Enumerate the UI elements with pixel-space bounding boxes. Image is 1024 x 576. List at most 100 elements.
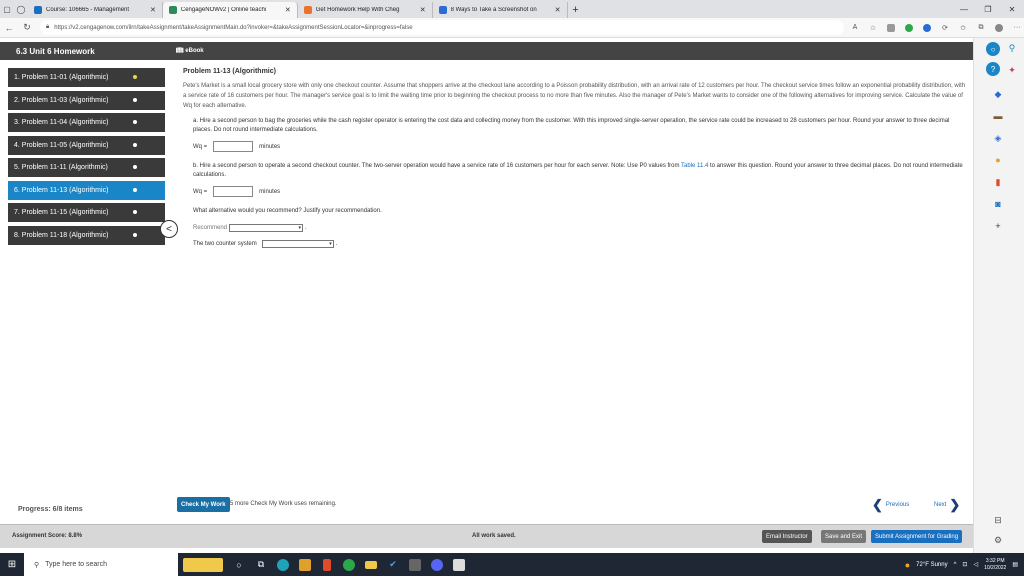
- profile-icon[interactable]: ◯: [14, 0, 28, 18]
- ebook-bar: 📖︎ eBook: [168, 42, 973, 60]
- toolbox-icon[interactable]: ▬: [992, 110, 1004, 122]
- more-menu-icon[interactable]: ···: [1010, 21, 1024, 35]
- extension-icon[interactable]: [884, 21, 898, 35]
- collections-icon[interactable]: ⧉: [974, 21, 988, 35]
- windows-start-icon[interactable]: ⊞: [0, 553, 24, 576]
- justify-select[interactable]: ▾: [261, 240, 334, 248]
- favorite-icon[interactable]: ☆: [866, 21, 880, 35]
- restore-icon[interactable]: ❐: [976, 5, 1000, 14]
- browser-tab[interactable]: Get Homework Help With Cheg ✕: [298, 2, 433, 18]
- sidebar-item-problem-1[interactable]: 1. Problem 11-01 (Algorithmic): [8, 68, 165, 87]
- extension-blue-icon[interactable]: [920, 21, 934, 35]
- tag-icon[interactable]: ◆: [992, 88, 1004, 100]
- close-tab-icon[interactable]: ✕: [285, 6, 291, 14]
- xbox-icon[interactable]: [338, 553, 360, 576]
- browser-tab[interactable]: Course: 106665 - Management ✕: [28, 2, 163, 18]
- search-icon[interactable]: ⚲: [1006, 42, 1018, 54]
- part-b-input[interactable]: [213, 186, 254, 197]
- sidebar-item-problem-3[interactable]: 3. Problem 11-04 (Algorithmic): [8, 113, 165, 132]
- tab-title: CengageNOWv2 | Online teachi: [180, 7, 267, 13]
- tab-title: 8 Ways to Take a Screenshot on: [450, 7, 537, 13]
- games-icon[interactable]: ◈: [992, 132, 1004, 144]
- edge-browser-icon[interactable]: [272, 553, 294, 576]
- weather-text[interactable]: 72°F Sunny: [916, 562, 947, 568]
- task-view-icon[interactable]: ⧉: [250, 553, 272, 576]
- browser-tab[interactable]: 8 Ways to Take a Screenshot on ✕: [433, 2, 568, 18]
- next-label: Next: [934, 502, 947, 508]
- chevron-down-icon: ▾: [329, 241, 332, 247]
- search-icon: ⚲: [34, 561, 40, 569]
- part-a-input[interactable]: [213, 141, 254, 152]
- add-sidebar-icon[interactable]: +: [992, 220, 1004, 232]
- email-instructor-button[interactable]: Email Instructor: [762, 530, 812, 543]
- sidebar-item-label: 2. Problem 11-03 (Algorithmic): [14, 96, 109, 104]
- problem-sidebar: 1. Problem 11-01 (Algorithmic) 2. Proble…: [8, 68, 165, 248]
- help-icon[interactable]: ?: [986, 62, 1000, 76]
- search-sidebar-icon[interactable]: ○: [986, 42, 1000, 56]
- submit-assignment-button[interactable]: Submit Assignment for Grading: [871, 530, 963, 543]
- previous-button[interactable]: ❮ Previous: [872, 497, 909, 513]
- refresh-icon[interactable]: ↻: [18, 22, 36, 33]
- sidebar-item-problem-2[interactable]: 2. Problem 11-03 (Algorithmic): [8, 90, 165, 110]
- store-icon[interactable]: [294, 553, 316, 576]
- read-aloud-icon[interactable]: A: [848, 21, 862, 35]
- calculator-app-icon[interactable]: [448, 553, 470, 576]
- clock[interactable]: 3:32 PM 10/2/2022: [984, 558, 1006, 572]
- close-tab-icon[interactable]: ✕: [150, 6, 156, 14]
- hide-sidebar-icon[interactable]: ⊟: [992, 514, 1004, 526]
- ebook-link[interactable]: 📖︎ eBook: [176, 47, 204, 54]
- collapse-sidebar-button[interactable]: <: [160, 220, 178, 238]
- back-icon[interactable]: ←: [0, 23, 18, 33]
- next-button[interactable]: Next ❯: [934, 497, 960, 513]
- avatar[interactable]: [992, 21, 1006, 35]
- close-tab-icon[interactable]: ✕: [420, 6, 426, 14]
- progress-text: Progress: 6/8 items: [18, 506, 83, 513]
- window-menu-icon[interactable]: ▢: [0, 0, 14, 18]
- notification-icon[interactable]: ▤: [1012, 561, 1018, 568]
- sidebar-item-problem-6[interactable]: 6. Problem 11-13 (Algorithmic): [8, 180, 165, 200]
- mail-icon[interactable]: ✔: [382, 553, 404, 576]
- chevron-up-icon[interactable]: ^: [954, 562, 957, 568]
- lock-icon: 🔒︎: [46, 24, 50, 30]
- assignment-app: 6.3 Unit 6 Homework 📖︎ eBook 1. Problem …: [0, 38, 973, 553]
- new-tab-icon[interactable]: +: [568, 2, 584, 18]
- sidebar-item-problem-7[interactable]: 7. Problem 11-15 (Algorithmic): [8, 203, 165, 222]
- recommend-select[interactable]: ▾: [229, 224, 304, 232]
- status-dot: [133, 210, 137, 214]
- discord-icon[interactable]: [426, 553, 448, 576]
- minimize-icon[interactable]: —: [952, 5, 976, 14]
- network-icon[interactable]: ⊡: [962, 561, 967, 568]
- sidebar-item-problem-4[interactable]: 4. Problem 11-05 (Algorithmic): [8, 135, 165, 155]
- cortana-icon[interactable]: ○: [228, 553, 250, 576]
- url-input[interactable]: 🔒︎ https://v2.cengagenow.com/ilrn/takeAs…: [40, 20, 844, 35]
- url-text: https://v2.cengagenow.com/ilrn/takeAssig…: [54, 24, 413, 31]
- calculator-icon[interactable]: [404, 553, 426, 576]
- part-b-answer-row: Wq = minutes: [183, 186, 968, 197]
- refresh-ext-icon[interactable]: ⟳: [938, 21, 952, 35]
- office-app-icon[interactable]: [316, 553, 338, 576]
- chevron-right-icon: ❯: [949, 497, 961, 512]
- sidebar-item-problem-5[interactable]: 5. Problem 11-11 (Algorithmic): [8, 158, 165, 177]
- close-tab-icon[interactable]: ✕: [555, 6, 561, 14]
- file-explorer-icon[interactable]: [360, 553, 382, 576]
- taskbar-search-input[interactable]: ⚲ Type here to search: [24, 553, 178, 576]
- browser-tab-active[interactable]: CengageNOWv2 | Online teachi ✕: [162, 2, 298, 18]
- outlook-icon[interactable]: ●: [992, 154, 1004, 166]
- status-dot: [133, 232, 137, 237]
- office-icon[interactable]: ▮: [992, 176, 1004, 188]
- save-and-exit-button[interactable]: Save and Exit: [821, 530, 867, 543]
- close-window-icon[interactable]: ✕: [1000, 5, 1024, 14]
- settings-gear-icon[interactable]: ⚙: [992, 534, 1004, 546]
- news-widget-icon[interactable]: [178, 553, 228, 576]
- table-link[interactable]: Table 11.4: [681, 163, 708, 169]
- extension-green-icon[interactable]: [902, 21, 916, 35]
- sparkle-icon[interactable]: ✦: [1006, 64, 1018, 76]
- previous-label: Previous: [885, 502, 910, 508]
- assignment-title: 6.3 Unit 6 Homework: [0, 42, 168, 60]
- outlook-mail-icon[interactable]: ◙: [992, 198, 1004, 210]
- sidebar-item-problem-8[interactable]: 8. Problem 11-18 (Algorithmic): [8, 225, 165, 245]
- favorites-bar-icon[interactable]: ✩: [956, 21, 970, 35]
- check-my-work-button[interactable]: Check My Work: [177, 497, 230, 512]
- justify-label: The two counter system: [193, 241, 257, 247]
- volume-icon[interactable]: ◁: [973, 561, 978, 568]
